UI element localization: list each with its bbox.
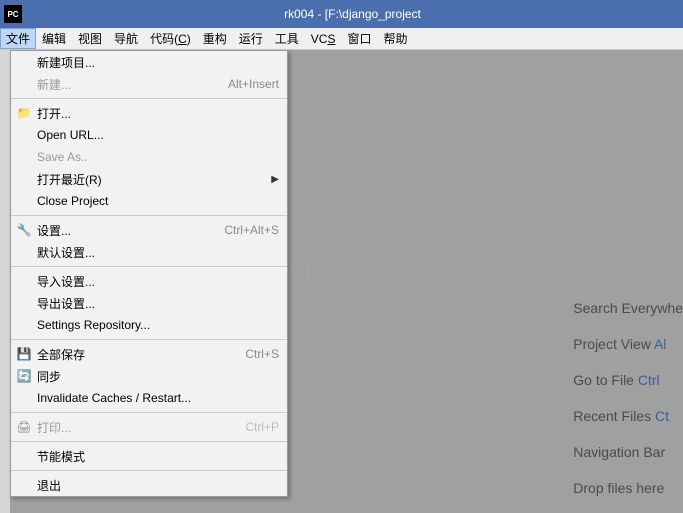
wrench-icon: 🔧 xyxy=(11,223,37,237)
menu-item-invalidate-caches-restart-[interactable]: Invalidate Caches / Restart... xyxy=(11,387,287,409)
menu-separator xyxy=(11,470,287,471)
menu-item-settings-repository-[interactable]: Settings Repository... xyxy=(11,314,287,336)
menu-item-close-project[interactable]: Close Project xyxy=(11,190,287,212)
menu-item-label: Close Project xyxy=(37,194,287,208)
menu-item-label: Settings Repository... xyxy=(37,318,287,332)
menu-item-label: 导入设置... xyxy=(37,273,287,290)
menu-重构[interactable]: 重构 xyxy=(197,28,233,49)
menu-item-设置-[interactable]: 🔧设置...Ctrl+Alt+S xyxy=(11,219,287,241)
menu-VCS[interactable]: VCS xyxy=(305,30,342,48)
menu-item-label: Save As.. xyxy=(37,150,287,164)
menu-separator xyxy=(11,98,287,99)
hint-line: Go to File Ctrl xyxy=(573,362,683,398)
menu-工具[interactable]: 工具 xyxy=(269,28,305,49)
menu-item-label: 同步 xyxy=(37,368,287,385)
welcome-hints: Search EverywheProject View AlGo to File… xyxy=(573,290,683,506)
hint-line: Search Everywhe xyxy=(573,290,683,326)
menu-item-节能模式[interactable]: 节能模式 xyxy=(11,445,287,467)
menu-item-全部保存[interactable]: 💾全部保存Ctrl+S xyxy=(11,343,287,365)
menu-视图[interactable]: 视图 xyxy=(72,28,108,49)
menu-item-导入设置-[interactable]: 导入设置... xyxy=(11,270,287,292)
menu-编辑[interactable]: 编辑 xyxy=(36,28,72,49)
hint-line: Project View Al xyxy=(573,326,683,362)
menu-item-label: 节能模式 xyxy=(37,448,287,465)
menu-item-打开-[interactable]: 📁打开... xyxy=(11,102,287,124)
menu-item-label: 全部保存 xyxy=(37,346,245,363)
menu-item-默认设置-[interactable]: 默认设置... xyxy=(11,241,287,263)
menu-item-新建项目-[interactable]: 新建项目... xyxy=(11,51,287,73)
menu-item-退出[interactable]: 退出 xyxy=(11,474,287,496)
menu-item-label: 默认设置... xyxy=(37,244,287,261)
menu-item-同步[interactable]: 🔄同步 xyxy=(11,365,287,387)
menu-separator xyxy=(11,266,287,267)
menu-separator xyxy=(11,339,287,340)
menu-shortcut: Alt+Insert xyxy=(228,77,279,91)
menu-文件[interactable]: 文件 xyxy=(0,28,36,49)
hint-line: Navigation Bar xyxy=(573,434,683,470)
submenu-arrow-icon: ▶ xyxy=(271,174,279,185)
save-icon: 💾 xyxy=(11,347,37,361)
folder-icon: 📁 xyxy=(11,106,37,120)
menu-帮助[interactable]: 帮助 xyxy=(377,28,413,49)
menu-bar: 文件编辑视图导航代码(C)重构运行工具VCS窗口帮助 xyxy=(0,28,683,50)
menu-item-label: 打印... xyxy=(37,419,245,436)
menu-item-导出设置-[interactable]: 导出设置... xyxy=(11,292,287,314)
menu-item-label: 打开... xyxy=(37,105,287,122)
menu-item-open-url-[interactable]: Open URL... xyxy=(11,124,287,146)
left-gutter xyxy=(0,50,10,513)
menu-item-label: 导出设置... xyxy=(37,295,287,312)
menu-separator xyxy=(11,412,287,413)
app-icon: PC xyxy=(4,5,22,23)
menu-separator xyxy=(11,441,287,442)
menu-shortcut: Ctrl+P xyxy=(245,420,279,434)
menu-item-label: Invalidate Caches / Restart... xyxy=(37,391,287,405)
menu-item-label: 新建项目... xyxy=(37,54,287,71)
menu-item-打印-: 🖨打印...Ctrl+P xyxy=(11,416,287,438)
menu-item-label: 设置... xyxy=(37,222,224,239)
menu-item-label: 新建... xyxy=(37,76,228,93)
menu-窗口[interactable]: 窗口 xyxy=(341,28,377,49)
menu-代码(C)[interactable]: 代码(C) xyxy=(144,28,197,49)
menu-item-打开最近(r)[interactable]: 打开最近(R)▶ xyxy=(11,168,287,190)
print-icon: 🖨 xyxy=(11,420,37,434)
menu-separator xyxy=(11,215,287,216)
window-title: rk004 - [F:\django_project xyxy=(22,7,683,21)
menu-shortcut: Ctrl+Alt+S xyxy=(224,223,279,237)
menu-item-label: Open URL... xyxy=(37,128,287,142)
file-menu-dropdown: 新建项目... 新建...Alt+Insert 📁打开... Open URL... S… xyxy=(10,50,288,497)
sync-icon: 🔄 xyxy=(11,369,37,383)
hint-line: Recent Files Ct xyxy=(573,398,683,434)
menu-导航[interactable]: 导航 xyxy=(108,28,144,49)
menu-运行[interactable]: 运行 xyxy=(233,28,269,49)
menu-item-label: 退出 xyxy=(37,477,287,494)
menu-item-label: 打开最近(R) xyxy=(37,171,271,188)
title-bar: PC rk004 - [F:\django_project xyxy=(0,0,683,28)
menu-item-save-as-: Save As.. xyxy=(11,146,287,168)
hint-line: Drop files here xyxy=(573,470,683,506)
menu-shortcut: Ctrl+S xyxy=(245,347,279,361)
menu-item-新建-: 新建...Alt+Insert xyxy=(11,73,287,95)
